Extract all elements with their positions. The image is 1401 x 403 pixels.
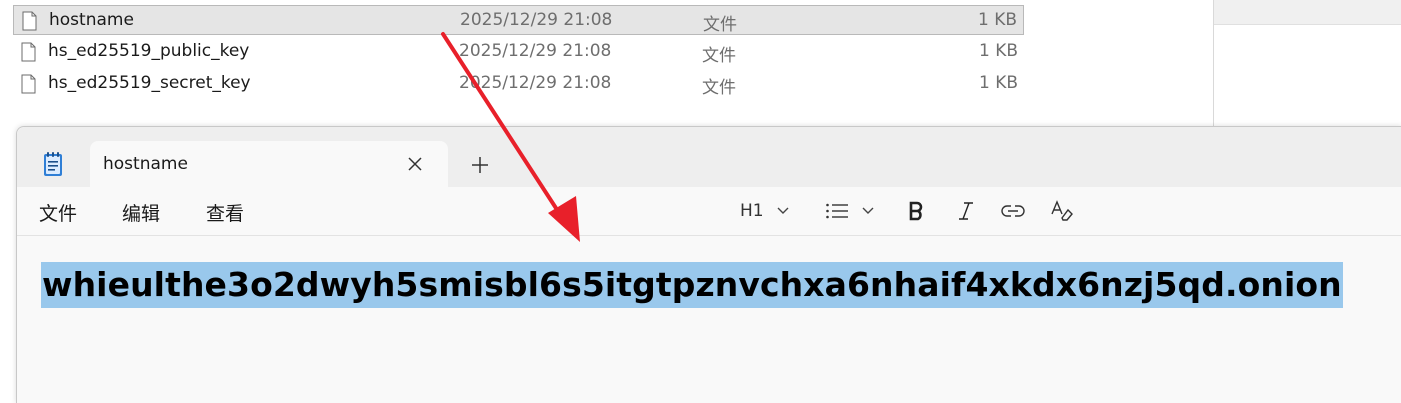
bold-icon — [909, 201, 923, 221]
heading-dropdown[interactable]: H1 — [740, 197, 790, 225]
file-name: hostname — [49, 10, 134, 30]
file-name: hs_ed25519_public_key — [48, 41, 250, 61]
list-dropdown[interactable] — [825, 197, 875, 225]
file-row-secret-key[interactable]: hs_ed25519_secret_key 2025/12/29 21:08 文… — [13, 69, 1024, 99]
file-row-public-key[interactable]: hs_ed25519_public_key 2025/12/29 21:08 文… — [13, 37, 1024, 67]
tab-hostname[interactable]: hostname — [90, 141, 448, 187]
menu-bar: 文件 编辑 查看 H1 — [17, 187, 1401, 236]
file-icon — [21, 42, 36, 62]
file-size: 1 KB — [978, 73, 1018, 93]
file-size: 1 KB — [978, 41, 1018, 61]
plus-icon — [472, 157, 488, 173]
clear-formatting-icon — [1051, 200, 1073, 221]
title-bar[interactable]: hostname — [17, 127, 1401, 187]
file-icon — [22, 11, 37, 31]
bold-button[interactable] — [907, 197, 925, 225]
italic-icon — [959, 202, 973, 220]
file-row-hostname[interactable]: hostname 2025/12/29 21:08 文件 1 KB — [13, 5, 1024, 35]
menu-edit[interactable]: 编辑 — [122, 199, 160, 226]
notepad-app-icon — [44, 152, 62, 176]
file-type: 文件 — [702, 46, 736, 66]
menu-file[interactable]: 文件 — [39, 199, 77, 226]
file-type: 文件 — [703, 15, 737, 35]
file-date: 2025/12/29 21:08 — [459, 41, 612, 61]
notepad-window: hostname 文件 编辑 查看 H1 whieulthe3o2dwyh5sm… — [16, 126, 1401, 403]
tab-title: hostname — [103, 154, 188, 174]
file-explorer-window: hostname 2025/12/29 21:08 文件 1 KB hs_ed2… — [0, 0, 1214, 140]
menu-view[interactable]: 查看 — [206, 199, 244, 226]
new-tab-button[interactable] — [464, 149, 496, 181]
link-button[interactable] — [1001, 197, 1025, 225]
file-size: 1 KB — [977, 10, 1017, 30]
file-type: 文件 — [702, 78, 736, 98]
chevron-down-icon — [862, 207, 874, 214]
italic-button[interactable] — [957, 197, 975, 225]
chevron-down-icon — [777, 207, 789, 214]
link-icon — [1001, 205, 1025, 217]
heading-label: H1 — [740, 201, 764, 221]
file-name: hs_ed25519_secret_key — [48, 73, 251, 93]
document-content[interactable]: whieulthe3o2dwyh5smisbl6s5itgtpznvchxa6n… — [41, 262, 1343, 308]
file-date: 2025/12/29 21:08 — [459, 73, 612, 93]
close-icon — [408, 157, 422, 171]
editor-area[interactable]: whieulthe3o2dwyh5smisbl6s5itgtpznvchxa6n… — [17, 236, 1401, 403]
file-icon — [21, 74, 36, 94]
file-date: 2025/12/29 21:08 — [460, 10, 613, 30]
clear-formatting-button[interactable] — [1050, 197, 1074, 225]
list-icon — [826, 203, 848, 219]
background-window — [1214, 0, 1401, 140]
background-window-header — [1214, 0, 1401, 25]
tab-close-button[interactable] — [402, 151, 428, 177]
